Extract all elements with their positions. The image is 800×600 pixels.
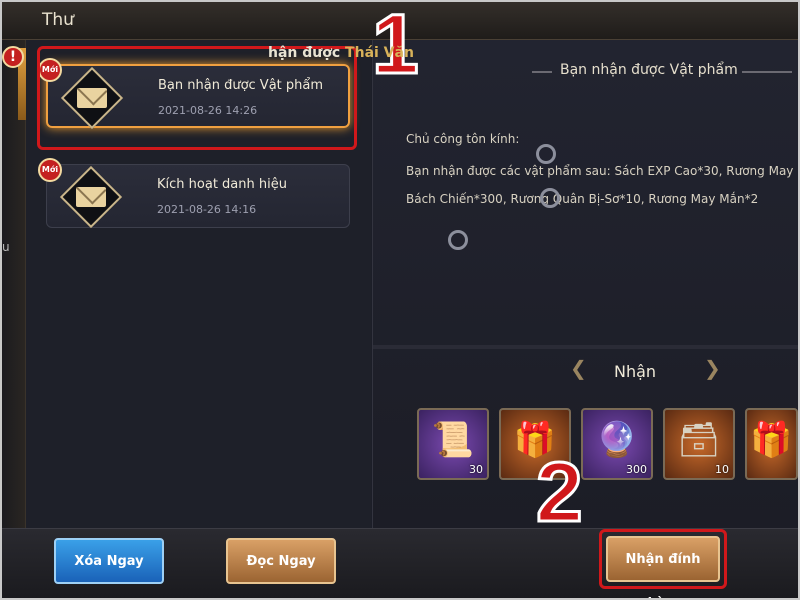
sender-banner: hận được Thái Văn [268, 45, 414, 61]
sender-name: Thái Văn [345, 45, 414, 61]
sender-prefix: hận được [268, 45, 341, 61]
screenshot-frame [0, 0, 800, 600]
